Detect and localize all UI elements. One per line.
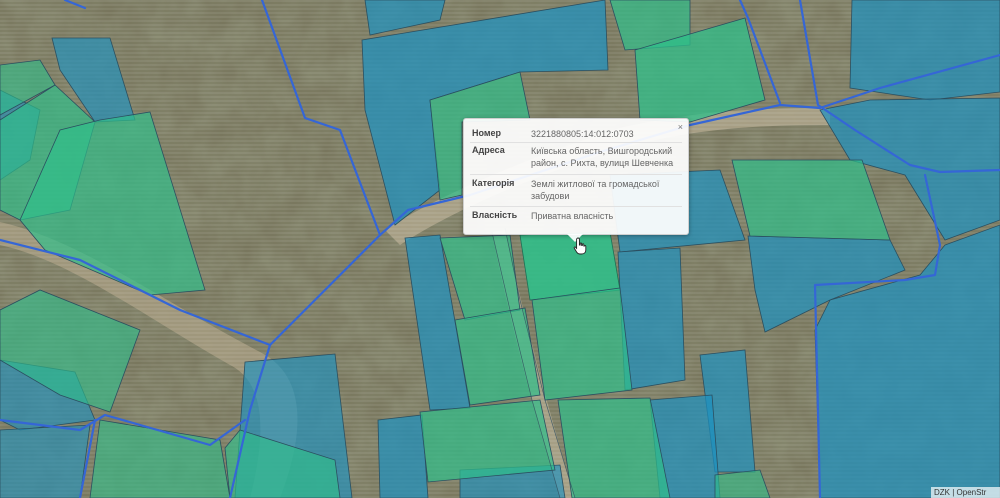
parcel — [849, 0, 1000, 101]
row-key: Адреса — [472, 145, 505, 155]
row-value: Приватна власність — [531, 211, 614, 221]
popup-row-category: Категорія Землі житлової та громадської … — [472, 178, 680, 202]
row-value: 3221880805:14:012:0703 — [531, 129, 634, 139]
parcel — [454, 307, 541, 406]
parcel-info-popup: × Номер 3221880805:14:012:0703 Адреса Ки… — [463, 118, 689, 242]
row-key: Категорія — [472, 178, 515, 188]
row-key: Власність — [472, 210, 518, 220]
cadastral-map[interactable] — [0, 0, 1000, 498]
parcel — [714, 469, 771, 498]
popup-row-address: Адреса Київська область, Вишгородський р… — [472, 145, 680, 169]
parcel — [731, 159, 891, 241]
hand-cursor-icon — [573, 237, 587, 255]
parcel — [419, 399, 556, 483]
divider — [470, 142, 682, 143]
divider — [470, 206, 682, 207]
row-key: Номер — [472, 128, 502, 138]
divider — [470, 174, 682, 175]
popup-row-number: Номер 3221880805:14:012:0703 — [472, 128, 680, 140]
row-value: Київська область, Вишгородський район, с… — [531, 146, 674, 168]
popup-row-ownership: Власність Приватна власність — [472, 210, 680, 222]
parcel — [377, 414, 429, 498]
parcel — [557, 397, 671, 498]
parcel — [531, 287, 633, 401]
parcel — [0, 424, 91, 498]
map-attribution: DZK | OpenStr — [931, 487, 1000, 498]
row-value: Землі житлової та громадської забудови — [531, 179, 660, 201]
